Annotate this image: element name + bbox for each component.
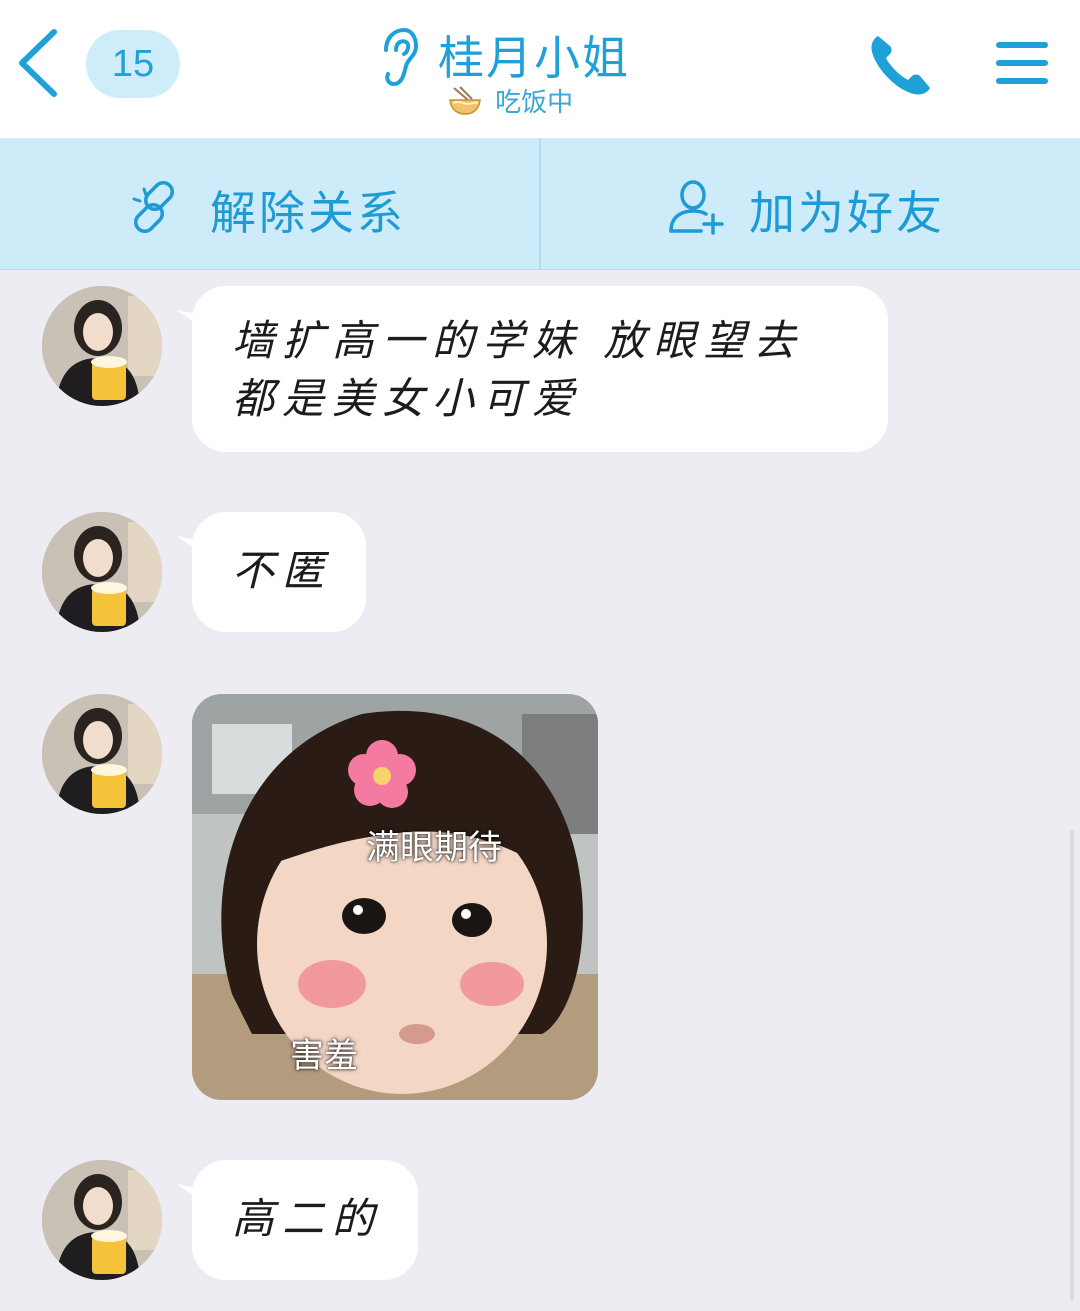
message-bubble[interactable]: 不匿	[192, 512, 366, 632]
avatar-image	[42, 1160, 162, 1280]
message-text-line: 都是美女小可爱	[232, 374, 583, 423]
contact-name: 桂月小姐	[438, 31, 630, 85]
add-friend-button[interactable]: 加为好友	[541, 139, 1080, 269]
chat-title[interactable]: 桂月小姐 吃饭中	[370, 18, 710, 128]
sticker-caption-top: 满眼期待	[366, 828, 502, 868]
message-text-line: 墙扩高一的学妹 放眼望去	[232, 316, 804, 365]
message-item: 墙扩高一的学妹 放眼望去 都是美女小可爱	[0, 286, 1080, 456]
remove-relation-label: 解除关系	[210, 186, 406, 240]
chevron-left-icon	[19, 29, 57, 97]
avatar[interactable]	[42, 286, 162, 406]
back-button[interactable]	[16, 28, 62, 98]
hamburger-menu-icon	[996, 42, 1048, 84]
avatar[interactable]	[42, 1160, 162, 1280]
avatar[interactable]	[42, 694, 162, 814]
phone-icon	[871, 36, 930, 95]
chat-header: 15 桂月小姐 吃饭中	[0, 0, 1080, 139]
message-item: 满眼期待 害羞	[0, 694, 1080, 1104]
message-item: 高二的	[0, 1160, 1080, 1284]
remove-relation-button[interactable]: 解除关系	[0, 139, 539, 269]
avatar-image	[42, 286, 162, 406]
noodle-bowl-icon	[449, 85, 481, 115]
child-face-sticker	[192, 694, 598, 1100]
menu-button[interactable]	[994, 38, 1050, 88]
status-row: 吃饭中	[448, 82, 574, 118]
message-text-line: 高二的	[232, 1194, 383, 1243]
message-bubble[interactable]: 墙扩高一的学妹 放眼望去 都是美女小可爱	[192, 286, 888, 452]
sticker-image[interactable]: 满眼期待 害羞	[192, 694, 598, 1100]
scrollbar[interactable]	[1070, 830, 1074, 1300]
avatar-image	[42, 694, 162, 814]
message-bubble[interactable]: 高二的	[192, 1160, 418, 1280]
sticker-caption-bottom: 害羞	[290, 1036, 358, 1076]
chat-screen: 15 桂月小姐 吃饭中 解除关系 加为好友 墙扩高一的学妹 放眼望去 都是美女小…	[0, 0, 1080, 1311]
avatar[interactable]	[42, 512, 162, 632]
ear-icon	[384, 27, 418, 87]
avatar-image	[42, 512, 162, 632]
message-list[interactable]: 墙扩高一的学妹 放眼望去 都是美女小可爱 不匿 满眼期待 害羞 高二的	[0, 270, 1080, 1311]
add-user-icon	[669, 180, 724, 235]
add-friend-label: 加为好友	[749, 186, 945, 240]
message-text-line: 不匿	[232, 546, 333, 595]
unread-count-badge[interactable]: 15	[86, 30, 180, 98]
action-bar: 解除关系 加为好友	[0, 139, 1080, 270]
message-item: 不匿	[0, 512, 1080, 636]
status-text: 吃饭中	[495, 88, 574, 118]
broken-link-icon	[132, 181, 174, 233]
call-button[interactable]	[866, 30, 936, 100]
